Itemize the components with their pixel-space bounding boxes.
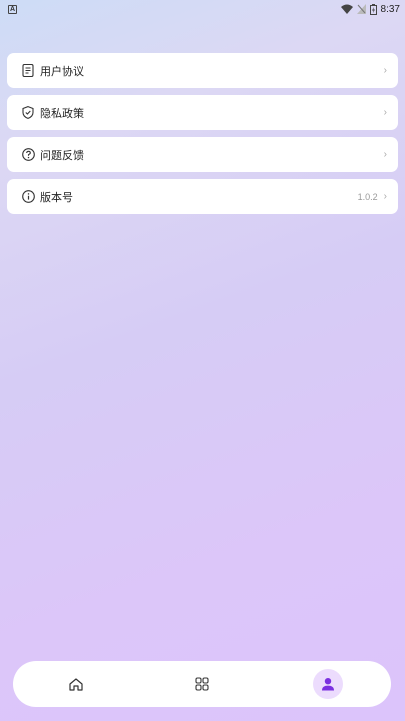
menu-item-label: 隐私政策 bbox=[40, 107, 84, 120]
bottom-nav bbox=[13, 661, 391, 707]
question-icon bbox=[21, 148, 35, 162]
wifi-icon bbox=[340, 4, 353, 14]
shield-icon bbox=[21, 106, 35, 120]
nav-profile[interactable] bbox=[313, 669, 343, 699]
chevron-right-icon: › bbox=[383, 191, 387, 202]
profile-icon bbox=[322, 678, 334, 691]
menu-item-user-agreement[interactable]: 用户协议 › bbox=[7, 53, 398, 88]
menu-item-feedback[interactable]: 问题反馈 › bbox=[7, 137, 398, 172]
menu-item-label: 用户协议 bbox=[40, 65, 84, 78]
apps-icon bbox=[195, 677, 209, 691]
document-icon bbox=[21, 64, 35, 78]
notification-icon: A bbox=[8, 4, 17, 14]
menu-item-label: 版本号 bbox=[40, 191, 73, 204]
nav-apps[interactable] bbox=[187, 669, 217, 699]
battery-icon bbox=[369, 3, 377, 15]
menu-item-version[interactable]: 版本号 1.0.2 › bbox=[7, 179, 398, 214]
chevron-right-icon: › bbox=[383, 65, 387, 76]
chevron-right-icon: › bbox=[383, 149, 387, 160]
status-bar: A 8:37 bbox=[0, 0, 405, 18]
no-sim-icon bbox=[356, 4, 366, 14]
chevron-right-icon: › bbox=[383, 107, 387, 118]
menu-item-label: 问题反馈 bbox=[40, 149, 84, 162]
menu-item-privacy-policy[interactable]: 隐私政策 › bbox=[7, 95, 398, 130]
clock: 8:37 bbox=[380, 3, 400, 15]
settings-menu: 用户协议 › 隐私政策 › 问题反馈 › 版本号 1.0.2 › bbox=[7, 53, 398, 221]
version-value: 1.0.2 bbox=[357, 191, 378, 202]
info-icon bbox=[21, 190, 35, 204]
home-icon bbox=[69, 677, 83, 691]
nav-home[interactable] bbox=[61, 669, 91, 699]
